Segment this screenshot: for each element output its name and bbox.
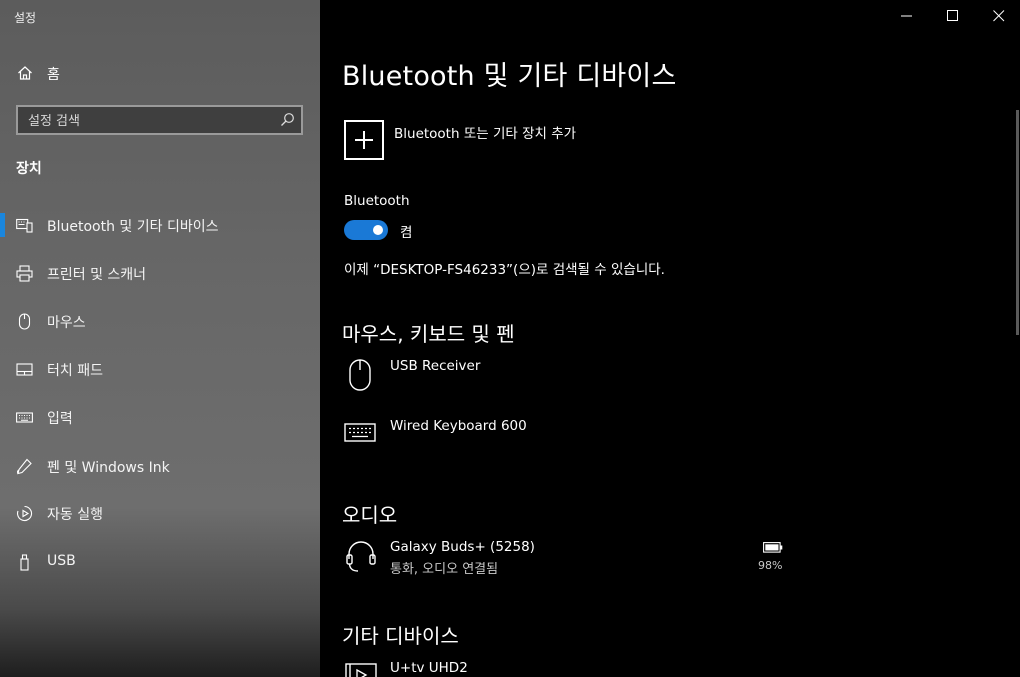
sidebar-item-typing[interactable]: 입력 (0, 397, 320, 437)
device-usb-receiver[interactable]: USB Receiver (342, 358, 1002, 408)
sidebar-item-bluetooth[interactable]: Bluetooth 및 기타 디바이스 (0, 205, 320, 245)
sidebar-item-label: 입력 (47, 411, 73, 427)
minimize-button[interactable] (884, 0, 930, 32)
bluetooth-label: Bluetooth (344, 193, 410, 209)
device-name: Galaxy Buds+ (5258) (390, 539, 535, 555)
autoplay-icon (17, 505, 33, 521)
device-status: 통화, 오디오 연결됨 (390, 562, 499, 577)
sidebar-item-autoplay[interactable]: 자동 실행 (0, 493, 320, 533)
sidebar-home[interactable]: 홈 (0, 58, 320, 88)
sidebar: 설정 홈 장치 Bluetooth 및 기타 디바이스 프린터 및 스캐너 (0, 0, 320, 677)
close-icon (993, 10, 1005, 22)
add-device-button[interactable] (344, 120, 384, 160)
sidebar-item-label: 펜 및 Windows Ink (47, 460, 170, 476)
page-title: Bluetooth 및 기타 디바이스 (342, 61, 677, 92)
bluetooth-toggle[interactable] (344, 220, 388, 240)
group-title-other-devices: 기타 디바이스 (342, 624, 459, 648)
device-name: USB Receiver (390, 358, 481, 374)
usb-icon (20, 554, 29, 571)
device-uplus-tv[interactable]: U+tv UHD2 (342, 660, 1002, 677)
media-device-icon (345, 663, 377, 677)
discoverable-text: 이제 “DESKTOP-FS46233”(으)로 검색될 수 있습니다. (344, 262, 665, 278)
search-icon[interactable] (280, 112, 295, 127)
sidebar-item-label: 터치 패드 (47, 363, 103, 379)
battery-icon (763, 542, 783, 553)
sidebar-section-title: 장치 (16, 161, 42, 177)
touchpad-icon (16, 363, 33, 376)
battery-percent: 98% (758, 559, 783, 572)
pen-icon (16, 458, 32, 475)
scrollbar[interactable] (1016, 110, 1019, 335)
device-name: Wired Keyboard 600 (390, 418, 527, 434)
headset-icon (346, 541, 376, 572)
sidebar-item-mouse[interactable]: 마우스 (0, 301, 320, 341)
bluetooth-toggle-state: 켬 (400, 225, 413, 241)
bluetooth-devices-icon (16, 218, 33, 233)
minimize-icon (901, 15, 912, 17)
keyboard-icon (16, 412, 33, 423)
sidebar-item-label: 자동 실행 (47, 507, 103, 523)
add-device-label[interactable]: Bluetooth 또는 기타 장치 추가 (394, 122, 576, 142)
maximize-icon (947, 10, 958, 21)
sidebar-item-pen[interactable]: 펜 및 Windows Ink (0, 446, 320, 486)
printer-icon (16, 265, 33, 282)
toggle-knob (373, 225, 383, 235)
sidebar-item-label: 프린터 및 스캐너 (47, 267, 147, 283)
sidebar-item-usb[interactable]: USB (0, 542, 320, 582)
device-galaxy-buds[interactable]: Galaxy Buds+ (5258) 통화, 오디오 연결됨 98% (342, 539, 1002, 589)
search-box[interactable] (16, 105, 303, 135)
sidebar-item-label: Bluetooth 및 기타 디바이스 (47, 219, 219, 235)
mouse-icon (349, 359, 371, 391)
home-icon (18, 66, 32, 80)
search-input[interactable] (18, 107, 280, 135)
keyboard-icon (344, 423, 376, 442)
sidebar-item-label: 마우스 (47, 315, 86, 331)
battery-indicator: 98% (752, 542, 792, 574)
sidebar-item-printers[interactable]: 프린터 및 스캐너 (0, 253, 320, 293)
maximize-button[interactable] (930, 0, 976, 32)
device-name: U+tv UHD2 (390, 660, 468, 676)
sidebar-item-label: USB (47, 553, 76, 569)
group-title-input-devices: 마우스, 키보드 및 펜 (342, 322, 515, 346)
sidebar-item-touchpad[interactable]: 터치 패드 (0, 349, 320, 389)
close-button[interactable] (976, 0, 1020, 32)
app-title: 설정 (14, 11, 37, 25)
group-title-audio: 오디오 (342, 503, 398, 527)
mouse-icon (18, 313, 31, 330)
device-wired-keyboard[interactable]: Wired Keyboard 600 (342, 418, 1002, 468)
sidebar-home-label: 홈 (47, 67, 60, 83)
